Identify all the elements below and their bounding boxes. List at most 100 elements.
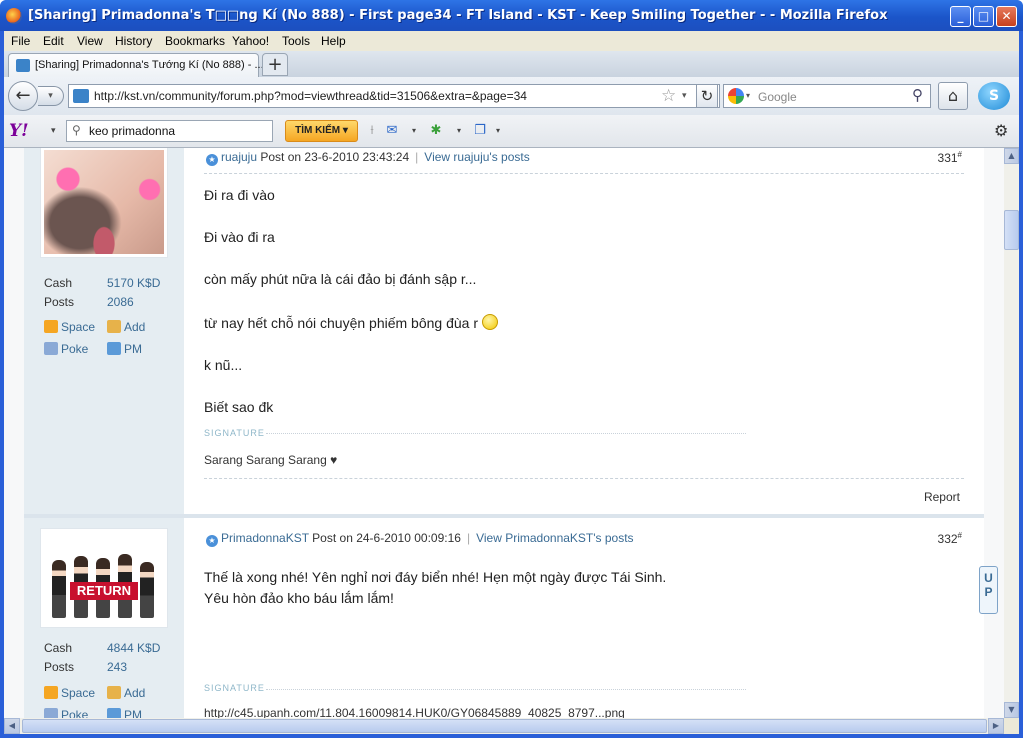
signature-text: Sarang Sarang Sarang ♥ — [204, 453, 338, 467]
widget-dropdown-icon[interactable]: ▾ — [449, 122, 469, 140]
menu-tools[interactable]: Tools — [282, 34, 310, 48]
posts-label: Posts — [44, 295, 75, 309]
scroll-left-icon[interactable]: ◀ — [4, 718, 20, 734]
scrollbar-corner — [1004, 718, 1019, 734]
scroll-to-top-button[interactable]: U P — [979, 566, 998, 614]
cash-value: 5170 K$D — [107, 276, 161, 290]
mail-icon[interactable]: ✉ — [382, 122, 402, 140]
menu-yahoo[interactable]: Yahoo! — [232, 34, 269, 48]
poke-icon — [44, 708, 58, 718]
report-link[interactable]: Report — [924, 490, 960, 504]
home-icon — [44, 686, 58, 699]
google-engine-icon[interactable] — [728, 88, 744, 104]
footer-divider — [204, 478, 964, 479]
pages-icon[interactable]: ❐ — [470, 122, 490, 140]
yahoo-search-input[interactable]: ⚲ keo primadonna — [66, 120, 273, 142]
space-link[interactable]: Space — [44, 686, 95, 700]
avatar-image — [44, 150, 164, 254]
skype-icon[interactable]: S — [978, 82, 1010, 110]
back-forward-group: ← ▾ — [8, 81, 64, 111]
posts-value[interactable]: 243 — [107, 660, 127, 674]
cash-value: 4844 K$D — [107, 641, 161, 655]
history-dropdown-button[interactable]: ▾ — [38, 86, 64, 106]
search-bar[interactable]: ▾ Google ⚲ — [723, 84, 931, 108]
online-status-icon: ★ — [206, 154, 218, 166]
toolbar-divider-icon: ⟊ — [370, 123, 374, 138]
space-link[interactable]: Space — [44, 320, 95, 334]
avatar-caption: RETURN — [70, 582, 138, 600]
scroll-right-icon[interactable]: ▶ — [988, 718, 1004, 734]
window-title: [Sharing] Primadonna's T□□ng Kí (No 888)… — [28, 8, 888, 23]
avatar[interactable] — [40, 148, 168, 258]
menu-bookmarks[interactable]: Bookmarks — [165, 34, 225, 48]
view-posts-link[interactable]: View ruajuju's posts — [424, 150, 529, 164]
post-line: Biết sao đk — [204, 399, 274, 415]
site-identity-icon — [73, 89, 89, 103]
post-number[interactable]: 331# — [938, 150, 962, 165]
engine-dropdown-icon[interactable]: ▾ — [746, 91, 750, 100]
post-line: k nũ... — [204, 357, 243, 373]
scroll-down-icon[interactable]: ▼ — [1004, 702, 1019, 718]
search-icon[interactable]: ⚲ — [912, 86, 923, 104]
handshake-icon — [107, 320, 121, 333]
post-date: Post on 24-6-2010 00:09:16 — [312, 531, 461, 545]
yahoo-dropdown-icon[interactable]: ▾ — [51, 126, 56, 136]
window-border-right — [1019, 31, 1023, 738]
site-favicon-icon — [16, 59, 30, 72]
firefox-icon — [6, 8, 22, 24]
menu-edit[interactable]: Edit — [43, 34, 64, 48]
signature-link[interactable]: http://c45.upanh.com/11.804.16009814.HUK… — [204, 706, 625, 718]
back-button[interactable]: ← — [8, 81, 38, 111]
menu-help[interactable]: Help — [321, 34, 346, 48]
bookmark-star-icon[interactable]: ☆ — [661, 86, 676, 106]
post-body: ★ ruajuju Post on 23-6-2010 23:43:24 | View… — [184, 148, 984, 514]
yahoo-search-button[interactable]: TÌM KIẾM ▾ — [285, 120, 358, 142]
smiley-icon — [481, 314, 498, 330]
author-name[interactable]: ruajuju — [221, 150, 257, 164]
envelope-icon — [107, 708, 121, 718]
author-name[interactable]: PrimadonnaKST — [221, 531, 309, 545]
menu-file[interactable]: File — [11, 34, 30, 48]
menu-view[interactable]: View — [77, 34, 103, 48]
menu-bar: File Edit View History Bookmarks Yahoo! … — [4, 31, 1019, 51]
envelope-icon — [107, 342, 121, 355]
poke-link[interactable]: Poke — [44, 342, 88, 356]
gear-icon[interactable]: ⚙ — [994, 121, 1008, 140]
post-line: còn mấy phút nữa là cái đảo bị đánh sập … — [204, 271, 477, 287]
browser-window: [Sharing] Primadonna's T□□ng Kí (No 888)… — [0, 0, 1023, 738]
header-divider — [204, 173, 964, 174]
minimize-button[interactable]: _ — [950, 6, 971, 27]
add-friend-link[interactable]: Add — [107, 320, 145, 334]
yahoo-logo[interactable]: Y! — [9, 121, 29, 141]
post-author-sidebar: Cash 5170 K$D Posts 2086 Space Add Poke … — [24, 148, 184, 514]
widget-icon[interactable]: ✱ — [426, 122, 446, 140]
posts-value[interactable]: 2086 — [107, 295, 134, 309]
horizontal-scrollbar[interactable]: ◀ ▶ — [4, 718, 1004, 734]
tab-bar: [Sharing] Primadonna's Tướng Kí (No 888)… — [4, 51, 1019, 77]
post-number[interactable]: 332# — [938, 531, 962, 546]
horizontal-scroll-thumb[interactable] — [22, 719, 987, 733]
scroll-thumb[interactable] — [1004, 210, 1019, 250]
mail-dropdown-icon[interactable]: ▾ — [404, 122, 424, 140]
pm-link[interactable]: PM — [107, 708, 142, 718]
close-button[interactable]: ✕ — [996, 6, 1017, 27]
pages-dropdown-icon[interactable]: ▾ — [488, 122, 508, 140]
pm-link[interactable]: PM — [107, 342, 142, 356]
tab-forum-thread[interactable]: [Sharing] Primadonna's Tướng Kí (No 888)… — [8, 53, 264, 77]
address-bar[interactable]: http://kst.vn/community/forum.php?mod=vi… — [68, 84, 720, 108]
home-button[interactable]: ⌂ — [938, 82, 968, 110]
avatar[interactable]: RETURN — [40, 528, 168, 628]
poke-link[interactable]: Poke — [44, 708, 88, 718]
vertical-scrollbar[interactable]: ▲ ▼ — [1004, 148, 1019, 718]
new-tab-button[interactable]: + — [262, 53, 288, 76]
scroll-up-icon[interactable]: ▲ — [1004, 148, 1019, 164]
post-line: Thế là xong nhé! Yên nghỉ nơi đáy biển n… — [204, 569, 667, 585]
add-friend-link[interactable]: Add — [107, 686, 145, 700]
post-332: RETURN Cash 4844 K$D Posts 243 Space Add… — [24, 518, 984, 718]
url-dropdown-icon[interactable]: ▾ — [682, 90, 687, 101]
reload-button[interactable]: ↻ — [696, 84, 718, 108]
view-posts-link[interactable]: View PrimadonnaKST's posts — [476, 531, 633, 545]
maximize-button[interactable]: □ — [973, 6, 994, 27]
yahoo-search-value: keo primadonna — [89, 124, 176, 138]
menu-history[interactable]: History — [115, 34, 152, 48]
